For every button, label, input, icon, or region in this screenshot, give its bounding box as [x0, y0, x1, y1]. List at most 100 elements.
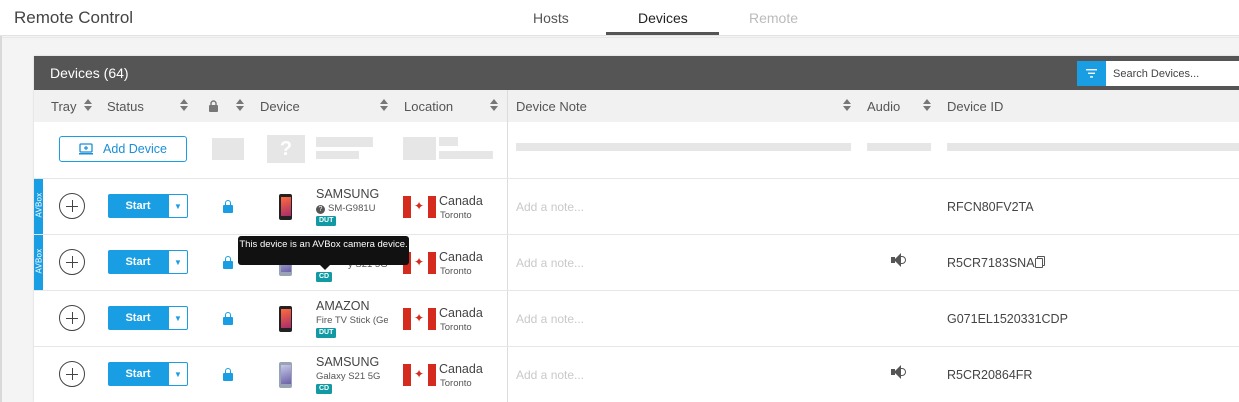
location-city: Toronto	[440, 210, 472, 221]
start-options-dropdown[interactable]: ▼	[168, 194, 188, 218]
app-title: Remote Control	[14, 8, 134, 27]
location-city: Toronto	[440, 266, 472, 277]
lock-icon[interactable]	[223, 312, 233, 325]
placeholder-city	[439, 151, 493, 159]
left-rail	[0, 36, 2, 402]
placeholder-brand	[316, 137, 373, 147]
placeholder-lock	[212, 138, 244, 160]
add-device-label: Add Device	[103, 142, 167, 156]
sort-audio-icon[interactable]	[923, 99, 931, 112]
tab-hosts[interactable]: Hosts	[533, 10, 569, 26]
divider	[2, 37, 1239, 38]
tab-devices[interactable]: Devices	[638, 10, 688, 26]
start-options-dropdown[interactable]: ▼	[168, 362, 188, 386]
sort-device-icon[interactable]	[380, 99, 388, 112]
canada-flag-icon	[403, 196, 436, 218]
col-header-device-note[interactable]: Device Note	[516, 99, 587, 114]
device-id: R5CR7183SNA	[947, 256, 1035, 270]
speaker-icon[interactable]	[891, 253, 907, 267]
search-input[interactable]	[1106, 61, 1239, 86]
placeholder-device-icon: ?	[267, 135, 305, 163]
table-row[interactable]: Start ▼ SAMSUNG Galaxy S21 5G CD Canada …	[34, 346, 1239, 402]
col-header-device-id[interactable]: Device ID	[947, 99, 1003, 114]
col-header-status[interactable]: Status	[107, 99, 144, 114]
canada-flag-icon	[403, 364, 436, 386]
phone-icon	[279, 362, 292, 388]
start-button[interactable]: Start	[108, 362, 168, 386]
speaker-icon[interactable]	[891, 365, 907, 379]
active-tab-indicator	[606, 32, 719, 35]
panel-header: Devices (64)	[34, 56, 1239, 90]
col-header-audio[interactable]: Audio	[867, 99, 900, 114]
device-note-field[interactable]: Add a note...	[516, 368, 584, 382]
tab-remote[interactable]: Remote	[749, 10, 798, 26]
top-bar: Remote Control Hosts Devices Remote	[0, 0, 1239, 36]
filter-button[interactable]	[1077, 61, 1106, 86]
device-model: ? SM-G981U	[316, 203, 388, 214]
device-note-field[interactable]: Add a note...	[516, 312, 584, 326]
column-header-row: Tray Status Device Location Device Note …	[34, 90, 1239, 122]
add-device-button[interactable]: Add Device	[59, 136, 187, 162]
device-id: G071EL1520331CDP	[947, 312, 1068, 326]
device-model: Fire TV Stick (Gen 2)	[316, 315, 388, 326]
device-type-badge: CD	[316, 384, 333, 394]
phone-icon	[279, 194, 292, 220]
add-to-tray-button[interactable]	[59, 249, 85, 275]
tooltip: This device is an AVBox camera device.	[238, 236, 409, 270]
add-to-tray-button[interactable]	[59, 193, 85, 219]
sort-tray-icon[interactable]	[84, 99, 92, 112]
location-country: Canada	[439, 250, 483, 264]
tray-avbox-strip: AVBox	[34, 235, 44, 291]
device-type-badge: CD	[316, 272, 333, 282]
device-id: R5CR20864FR	[947, 368, 1033, 382]
filter-icon	[1086, 69, 1097, 78]
panel-title: Devices (64)	[50, 65, 129, 81]
start-options-dropdown[interactable]: ▼	[168, 306, 188, 330]
table-row[interactable]: AVBox Start ▼ SAMSUNG ?SM-G981U DUT Cana…	[34, 178, 1239, 235]
copy-icon[interactable]	[1035, 256, 1045, 268]
location-country: Canada	[439, 306, 483, 320]
add-to-tray-button[interactable]	[59, 361, 85, 387]
add-device-icon	[79, 142, 94, 154]
location-city: Toronto	[440, 378, 472, 389]
sort-status-icon[interactable]	[180, 99, 188, 112]
placeholder-device-id	[947, 143, 1239, 151]
device-type-badge: DUT	[316, 328, 337, 338]
location-country: Canada	[439, 194, 483, 208]
table-row[interactable]: Start ▼ AMAZON Fire TV Stick (Gen 2) DUT…	[34, 290, 1239, 346]
start-button[interactable]: Start	[108, 250, 168, 274]
col-header-tray[interactable]: Tray	[51, 99, 77, 114]
col-header-location[interactable]: Location	[404, 99, 453, 114]
device-brand: SAMSUNG	[316, 187, 380, 201]
start-button[interactable]: Start	[108, 194, 168, 218]
placeholder-model	[316, 151, 359, 159]
lock-icon[interactable]	[223, 368, 233, 381]
device-model: Galaxy S21 5G	[316, 371, 381, 382]
devices-panel: Devices (64) Tray Status Device Location…	[34, 56, 1239, 402]
location-city: Toronto	[440, 322, 472, 333]
sort-location-icon[interactable]	[490, 99, 498, 112]
sort-device-note-icon[interactable]	[843, 99, 851, 112]
device-type-badge: DUT	[316, 216, 337, 226]
device-brand: AMAZON	[316, 299, 370, 313]
start-options-dropdown[interactable]: ▼	[168, 250, 188, 274]
device-note-field[interactable]: Add a note...	[516, 200, 584, 214]
device-id: RFCN80FV2TA	[947, 200, 1034, 214]
placeholder-flag	[403, 137, 436, 160]
placeholder-audio	[867, 143, 931, 151]
start-button[interactable]: Start	[108, 306, 168, 330]
lock-icon[interactable]	[223, 256, 233, 269]
location-country: Canada	[439, 362, 483, 376]
table-row[interactable]: AVBox Start ▼ y S21 5G CD Canada Toronto…	[34, 234, 1239, 291]
add-to-tray-button[interactable]	[59, 305, 85, 331]
lock-column-icon	[209, 100, 218, 112]
tray-avbox-strip: AVBox	[34, 179, 44, 235]
sort-lock-icon[interactable]	[236, 99, 244, 112]
device-brand: SAMSUNG	[316, 355, 380, 369]
placeholder-note	[516, 143, 851, 151]
col-header-device[interactable]: Device	[260, 99, 300, 114]
help-icon[interactable]: ?	[316, 205, 325, 214]
canada-flag-icon	[403, 308, 436, 330]
device-note-field[interactable]: Add a note...	[516, 256, 584, 270]
lock-icon[interactable]	[223, 200, 233, 213]
